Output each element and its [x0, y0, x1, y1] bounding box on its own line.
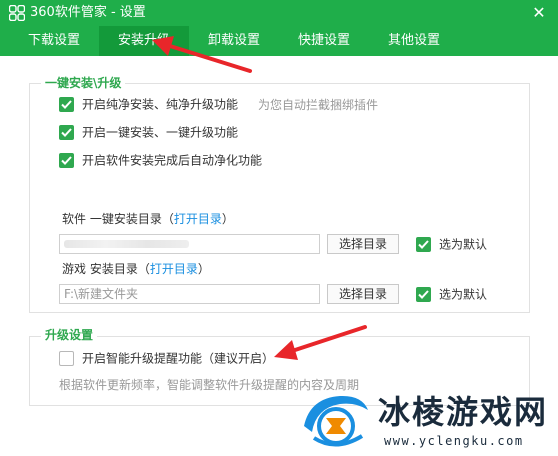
watermark-url: www.yclengku.com — [384, 434, 524, 448]
checkmark-icon — [61, 156, 72, 165]
software-dir-path — [64, 240, 189, 248]
checkbox-checked[interactable] — [59, 125, 74, 140]
close-button[interactable]: ✕ — [528, 2, 550, 24]
checkbox-checked[interactable] — [59, 153, 74, 168]
set-default-label: 选为默认 — [439, 237, 488, 252]
open-software-dir-link[interactable]: 打开目录 — [174, 212, 222, 226]
app-logo-icon — [9, 5, 25, 21]
software-dir-input[interactable] — [59, 234, 320, 254]
game-dir-label-row: 游戏 安装目录（打开目录） — [62, 259, 210, 279]
tab-shortcut-settings[interactable]: 快捷设置 — [284, 26, 364, 56]
option-label: 开启一键安装、一键升级功能 — [82, 125, 239, 140]
upgrade-group-title: 升级设置 — [41, 327, 98, 343]
watermark-name: 冰棱游戏网 — [378, 393, 549, 431]
watermark-logo-icon — [304, 395, 368, 447]
paren-close: ） — [197, 262, 210, 276]
close-icon: ✕ — [532, 3, 546, 22]
software-dir-label-row: 软件 一键安装目录（打开目录） — [62, 209, 234, 229]
checkmark-icon — [61, 128, 72, 137]
window-title: 360软件管家 - 设置 — [30, 5, 146, 20]
checkmark-icon — [418, 290, 429, 299]
option-hint: 为您自动拦截捆绑插件 — [258, 97, 379, 112]
option-label: 开启软件安装完成后自动净化功能 — [82, 153, 263, 168]
paren-open: （ — [161, 212, 174, 226]
checkmark-icon — [61, 100, 72, 109]
open-game-dir-link[interactable]: 打开目录 — [150, 262, 198, 276]
game-set-default[interactable]: 选为默认 — [416, 284, 487, 304]
game-dir-input[interactable]: F:\新建文件夹 — [59, 284, 320, 304]
software-set-default[interactable]: 选为默认 — [416, 234, 487, 254]
option-smart-upgrade-reminder[interactable]: 开启智能升级提醒功能（建议开启） — [59, 348, 274, 368]
set-default-label: 选为默认 — [439, 287, 488, 302]
tab-bar: 下载设置 安装升级 卸载设置 快捷设置 其他设置 — [0, 26, 558, 56]
checkbox-checked[interactable] — [416, 237, 431, 252]
option-label: 开启智能升级提醒功能（建议开启） — [82, 351, 275, 366]
software-dir-label: 软件 一键安装目录 — [62, 212, 162, 226]
option-label: 开启纯净安装、纯净升级功能 — [82, 97, 239, 112]
software-choose-dir-button[interactable]: 选择目录 — [327, 234, 399, 254]
tab-uninstall-settings[interactable]: 卸载设置 — [194, 26, 274, 56]
paren-close: ） — [221, 212, 234, 226]
tab-other-settings[interactable]: 其他设置 — [374, 26, 454, 56]
option-pure-install[interactable]: 开启纯净安装、纯净升级功能 为您自动拦截捆绑插件 — [59, 94, 378, 114]
checkbox-checked[interactable] — [59, 97, 74, 112]
game-choose-dir-button[interactable]: 选择目录 — [327, 284, 399, 304]
paren-open: （ — [137, 262, 150, 276]
checkbox-unchecked[interactable] — [59, 351, 74, 366]
game-dir-label: 游戏 安装目录 — [62, 262, 138, 276]
option-one-click-install[interactable]: 开启一键安装、一键升级功能 — [59, 122, 238, 142]
tab-install-upgrade[interactable]: 安装升级 — [99, 26, 189, 56]
install-group-title: 一键安装\升级 — [41, 75, 126, 91]
checkmark-icon — [418, 240, 429, 249]
checkbox-checked[interactable] — [416, 287, 431, 302]
tab-download-settings[interactable]: 下载设置 — [14, 26, 94, 56]
title-bar: 360软件管家 - 设置 ✕ — [0, 0, 558, 26]
option-auto-clean[interactable]: 开启软件安装完成后自动净化功能 — [59, 150, 262, 170]
